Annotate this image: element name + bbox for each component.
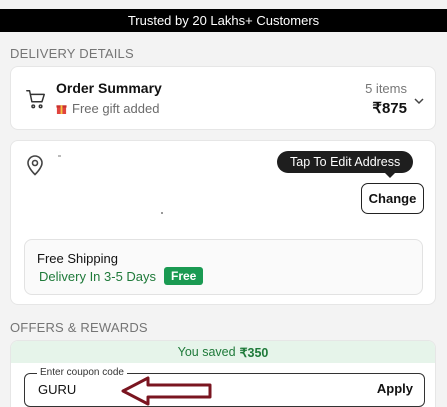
shipping-title: Free Shipping <box>37 251 118 266</box>
item-count: 5 items <box>365 81 407 96</box>
tooltip-arrow <box>384 172 396 178</box>
free-gift-row: Free gift added <box>56 101 159 116</box>
coupon-field-label: Enter coupon code <box>37 367 127 378</box>
address-text-redacted <box>161 212 163 214</box>
edit-address-tooltip: Tap To Edit Address <box>277 151 414 173</box>
delivery-details-heading: DELIVERY DETAILS <box>10 46 134 61</box>
offers-card: You saved ₹350 Enter coupon code Apply <box>10 340 436 407</box>
delivery-address-card: Tap To Edit Address Change Free Shipping… <box>10 140 436 305</box>
change-address-button[interactable]: Change <box>361 183 424 214</box>
cart-icon <box>26 90 45 109</box>
order-total-price: ₹875 <box>372 100 407 117</box>
delivery-eta: Delivery In 3-5 Days <box>39 269 157 284</box>
coupon-code-field[interactable]: Enter coupon code Apply <box>24 367 425 407</box>
order-summary-card[interactable]: Order Summary Free gift added 5 items ₹8… <box>10 66 436 130</box>
address-text-redacted <box>58 155 61 157</box>
annotation-arrow-icon <box>121 376 212 406</box>
savings-banner: You saved ₹350 <box>11 341 435 363</box>
free-shipping-badge: Free <box>164 267 204 285</box>
savings-prefix: You saved <box>177 345 236 359</box>
order-summary-title: Order Summary <box>56 80 162 96</box>
apply-coupon-button[interactable]: Apply <box>377 381 413 396</box>
shipping-info-box: Free Shipping Delivery In 3-5 Days Free <box>24 239 423 295</box>
free-gift-text: Free gift added <box>72 101 160 116</box>
chevron-down-icon[interactable] <box>413 95 425 107</box>
gift-icon <box>56 105 67 114</box>
offers-rewards-heading: OFFERS & REWARDS <box>10 320 148 335</box>
savings-amount: ₹350 <box>239 345 269 360</box>
location-pin-icon <box>27 155 43 176</box>
trust-banner: Trusted by 20 Lakhs+ Customers <box>0 9 447 32</box>
